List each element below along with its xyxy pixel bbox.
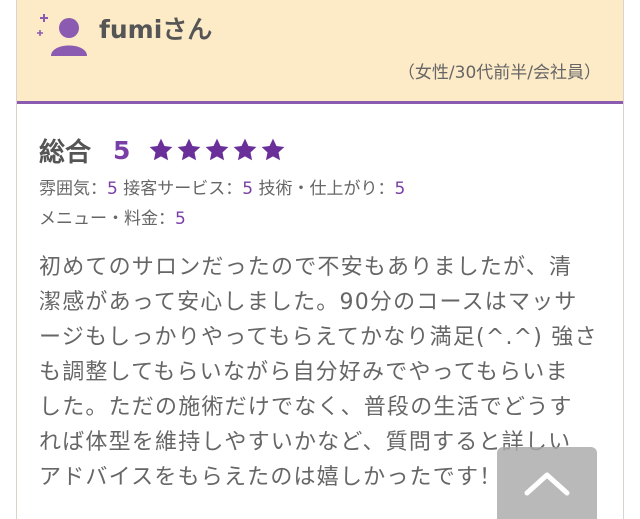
service-value: 5 xyxy=(242,179,254,199)
atmosphere-value: 5 xyxy=(107,179,118,199)
user-avatar-icon xyxy=(37,14,87,56)
star-icon xyxy=(206,138,229,161)
sub-ratings-row-2: メニュー・料金：5 xyxy=(39,204,186,229)
overall-score: 5 xyxy=(113,135,131,165)
overall-rating: 総合 5 xyxy=(39,132,286,168)
star-icon xyxy=(178,138,201,161)
reviewer-name: fumiさん xyxy=(99,15,213,44)
reviewer-profile: （女性/30代前半/会社員） xyxy=(397,63,601,83)
skill-value: 5 xyxy=(394,179,406,199)
review-line: 初めてのサロンだったので不安もありましたが、清 xyxy=(39,255,573,280)
atmosphere-label: 雰囲気： xyxy=(39,179,107,199)
review-line: も調整してもらいながら自分好みでやってもらいま xyxy=(39,360,569,385)
menu-label: メニュー・料金： xyxy=(39,209,175,229)
review-line: した。ただの施術だけでなく、普段の生活でどうす xyxy=(39,395,573,420)
star-icon xyxy=(234,138,257,161)
review-header: fumiさん （女性/30代前半/会社員） xyxy=(17,0,623,104)
overall-label: 総合 xyxy=(39,137,92,168)
star-rating xyxy=(148,137,286,163)
chevron-up-icon xyxy=(524,472,570,496)
star-icon xyxy=(150,138,173,161)
skill-label: 技術・仕上がり： xyxy=(258,179,395,199)
review-line: ージもしっかりやってもらえてかなり満足(^.^) 強さ xyxy=(39,325,598,350)
review-card: fumiさん （女性/30代前半/会社員） 総合 5 雰囲気：5 接客サービス：… xyxy=(16,0,624,519)
service-label: 接客サービス： xyxy=(123,179,243,199)
menu-value: 5 xyxy=(175,209,186,229)
sub-ratings-row-1: 雰囲気：5 接客サービス：5 技術・仕上がり：5 xyxy=(39,174,405,199)
back-to-top-button[interactable] xyxy=(497,447,597,519)
review-line: 潔感があって安心しました。90分のコースはマッサ xyxy=(39,290,578,315)
star-icon xyxy=(262,138,285,161)
